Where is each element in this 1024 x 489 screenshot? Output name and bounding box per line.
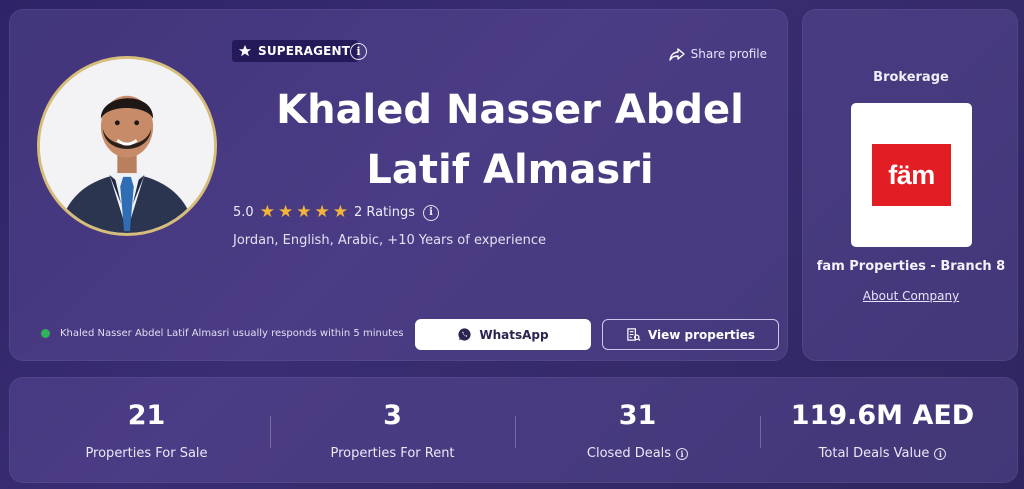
star-icon: ★ xyxy=(314,202,330,222)
agent-name: Khaled Nasser Abdel Latif Almasri xyxy=(276,87,744,193)
star-icon: ★ xyxy=(277,202,294,222)
rating-stars: ★ ★ ★ ★ ★ xyxy=(260,204,348,221)
agent-details: Jordan, English, Arabic, +10 Years of ex… xyxy=(233,233,547,248)
superagent-star-icon xyxy=(238,44,252,57)
superagent-badge: SUPERAGENT xyxy=(232,40,359,62)
share-profile-label: Share profile xyxy=(690,47,767,61)
stats-bar: 21 Properties For Sale 3 Properties For … xyxy=(9,377,1018,483)
whatsapp-button[interactable]: WhatsApp xyxy=(415,319,591,350)
whatsapp-label: WhatsApp xyxy=(479,327,549,342)
stat-label-text: Closed Deals xyxy=(586,446,672,461)
brokerage-title: Brokerage xyxy=(873,70,949,85)
about-company-link[interactable]: About Company xyxy=(803,289,1019,303)
view-properties-label: View properties xyxy=(647,327,756,342)
online-status-dot xyxy=(41,329,50,338)
brokerage-name: fam Properties - Branch 8 xyxy=(816,259,1006,274)
stat-label-text: Properties For Sale xyxy=(85,446,208,461)
stat-properties-for-sale: 21 Properties For Sale xyxy=(24,378,269,484)
view-properties-button[interactable]: View properties xyxy=(602,319,779,350)
stat-label-text: Total Deals Value xyxy=(818,446,930,461)
brokerage-logo[interactable]: fäm xyxy=(851,103,972,247)
star-icon: ★ xyxy=(296,202,312,222)
ratings-count: 2 Ratings xyxy=(353,205,416,220)
total-deals-info-icon[interactable]: i xyxy=(934,447,947,460)
share-profile-button[interactable]: Share profile xyxy=(668,46,767,62)
properties-icon xyxy=(627,328,641,342)
whatsapp-icon xyxy=(458,328,471,341)
stat-value: 119.6M AED xyxy=(790,400,975,431)
agent-profile-card: SUPERAGENT i Share profile Khaled Nasser… xyxy=(9,9,788,361)
share-icon xyxy=(668,48,685,61)
stat-closed-deals: 31 Closed Deals i xyxy=(515,378,760,484)
closed-deals-info-icon[interactable]: i xyxy=(676,447,689,460)
fam-logo: fäm xyxy=(872,144,951,206)
agent-avatar xyxy=(37,56,217,236)
stat-value: 3 xyxy=(383,400,402,431)
stat-label: Closed Deals i xyxy=(515,446,760,461)
star-icon: ★ xyxy=(332,202,348,222)
response-time-note: Khaled Nasser Abdel Latif Almasri usuall… xyxy=(41,328,403,339)
stat-label: Total Deals Value i xyxy=(760,446,1005,461)
stat-label-text: Properties For Rent xyxy=(330,446,455,461)
rating-value: 5.0 xyxy=(233,205,254,220)
agent-photo xyxy=(40,59,214,233)
star-icon: ★ xyxy=(259,202,275,222)
stat-value: 21 xyxy=(127,400,166,431)
stat-label: Properties For Rent xyxy=(270,446,515,461)
brokerage-card: Brokerage fäm fam Properties - Branch 8 … xyxy=(802,9,1018,361)
response-time-text: Khaled Nasser Abdel Latif Almasri usuall… xyxy=(60,328,404,339)
superagent-info-icon[interactable]: i xyxy=(350,43,367,60)
agent-rating: 5.0 ★ ★ ★ ★ ★ 2 Ratings i xyxy=(233,204,440,221)
ratings-info-icon[interactable]: i xyxy=(423,204,440,221)
stat-label: Properties For Sale xyxy=(24,446,269,461)
stat-total-deals-value: 119.6M AED Total Deals Value i xyxy=(760,378,1005,484)
stat-value: 31 xyxy=(618,400,657,431)
stat-properties-for-rent: 3 Properties For Rent xyxy=(270,378,515,484)
superagent-badge-label: SUPERAGENT xyxy=(258,44,351,58)
